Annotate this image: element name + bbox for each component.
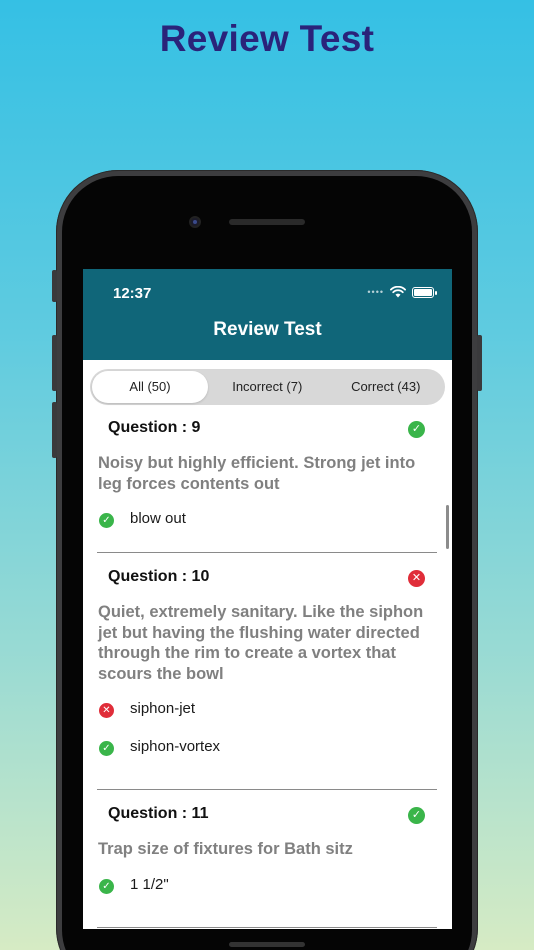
app-screen: 12:37 •••• Review Test All (50) Incorrec… [83,269,452,929]
promo-title: Review Test [159,18,375,59]
answer-item: ✓ 1 1/2" [97,870,437,908]
answer-item: ✓ siphon-vortex [97,732,437,770]
answer-list: ✓ 1 1/2" [97,860,437,908]
mute-switch [52,270,57,302]
question-text: Trap size of fixtures for Bath sitz [98,840,353,858]
wifi-icon [390,286,406,298]
check-circle-icon: ✓ [99,513,114,528]
check-circle-icon: ✓ [99,741,114,756]
battery-icon [412,286,437,298]
question-header: Question : 9 ✓ [97,413,437,453]
question-header: Question : 10 ✕ [97,562,437,602]
question-list: Question : 9 ✓ Noisy but highly efficien… [83,413,452,928]
page-title: Review Test [213,319,322,340]
x-circle-icon: ✕ [408,570,425,587]
status-icons: •••• [367,286,437,298]
home-indicator [229,942,305,947]
answer-text: blow out [130,510,186,527]
question-card: Question : 11 ✓ Trap size of fixtures fo… [97,799,437,928]
answer-item: ✕ siphon-jet [97,694,437,732]
segment-correct[interactable]: Correct (43) [327,371,446,403]
question-title: Question : 11 [108,805,209,822]
answer-text: 1 1/2" [130,875,169,893]
status-time: 12:37 [113,285,152,302]
earpiece-speaker [229,219,305,225]
check-circle-icon: ✓ [99,878,114,894]
answer-text: siphon-vortex [130,738,221,755]
question-title: Question : 9 [108,419,201,436]
question-title: Question : 10 [108,568,210,585]
question-text: Quiet, extremely sanitary. Like the siph… [98,603,424,683]
answer-item: ✓ blow out [97,504,437,542]
segment-all[interactable]: All (50) [92,371,208,403]
question-text: Noisy but highly efficient. Strong jet i… [98,454,416,493]
segment-incorrect[interactable]: Incorrect (7) [208,371,327,403]
x-circle-icon: ✕ [99,703,114,718]
answer-list: ✓ blow out [97,494,437,542]
answer-list: ✕ siphon-jet ✓ siphon-vortex [97,684,437,770]
scrollbar[interactable] [446,505,449,549]
volume-down-button [52,402,57,458]
check-circle-icon: ✓ [408,421,425,438]
question-header: Question : 11 ✓ [97,799,437,839]
filter-segmented-control: All (50) Incorrect (7) Correct (43) [90,369,445,405]
app-header: 12:37 •••• Review Test [83,269,452,360]
power-button [477,335,482,391]
front-camera [189,216,201,228]
answer-text: siphon-jet [130,700,196,717]
check-circle-icon: ✓ [408,807,425,824]
signal-dots-icon: •••• [367,287,384,297]
volume-up-button [52,335,57,391]
question-card: Question : 10 ✕ Quiet, extremely sanitar… [97,562,437,790]
question-card: Question : 9 ✓ Noisy but highly efficien… [97,413,437,553]
